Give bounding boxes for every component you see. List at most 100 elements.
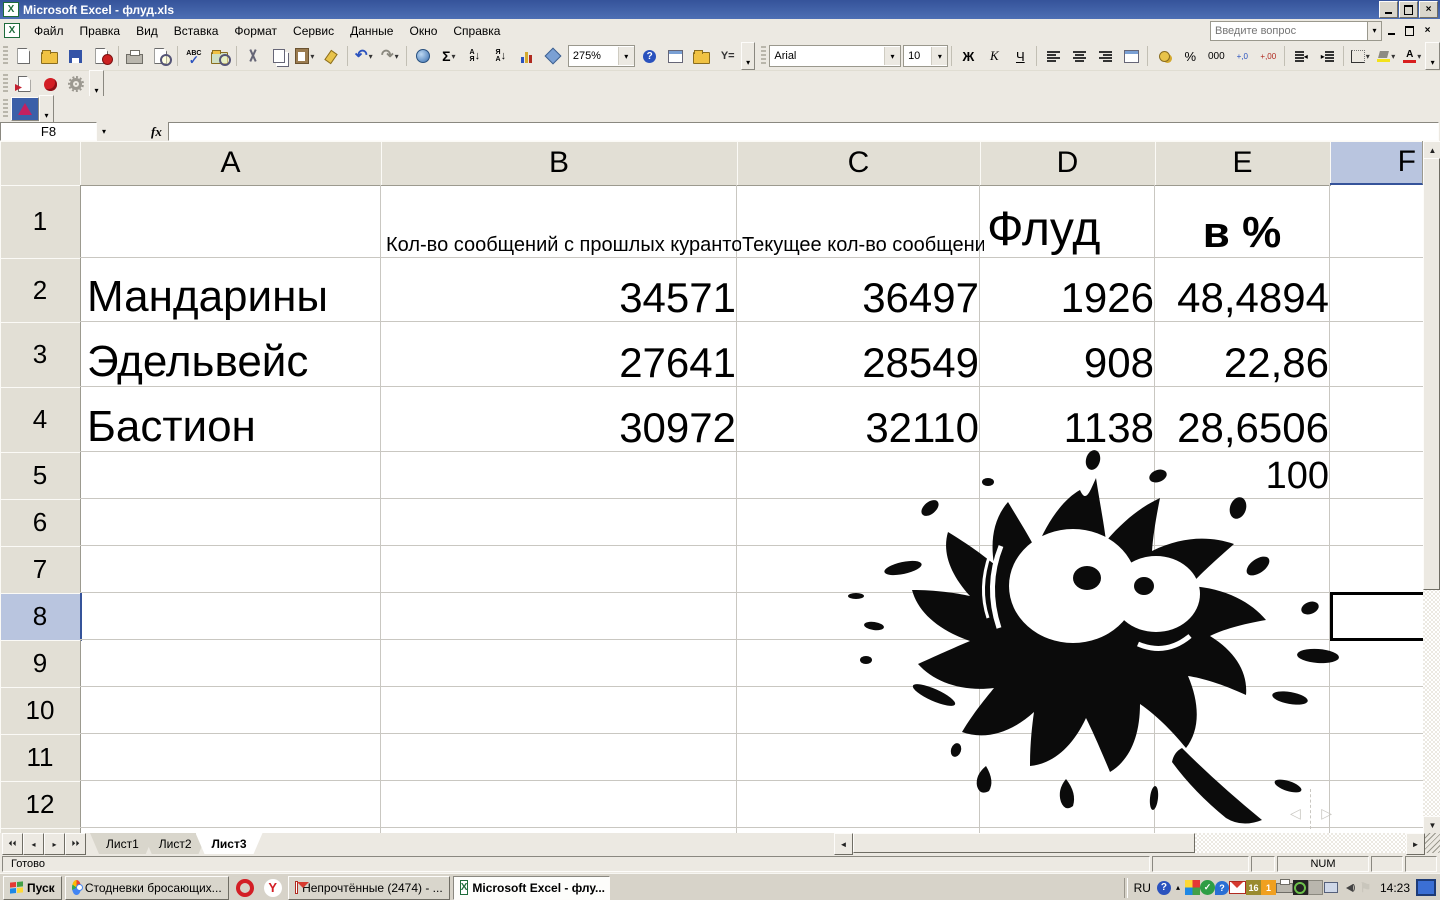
- new-button[interactable]: [11, 45, 37, 67]
- restore-button[interactable]: [1399, 1, 1418, 18]
- last-sheet-icon[interactable]: ⏵⏵: [65, 833, 86, 855]
- chart-wizard-button[interactable]: [514, 45, 540, 67]
- antivirus-addin-button[interactable]: [37, 73, 63, 95]
- thousands-button[interactable]: 000: [1203, 45, 1229, 67]
- new-folder-button[interactable]: [689, 45, 715, 67]
- open-button[interactable]: [37, 45, 63, 67]
- workbook-close-button[interactable]: ×: [1419, 23, 1436, 38]
- cell-d1[interactable]: Флуд: [980, 185, 1161, 257]
- cell-d4[interactable]: 1138: [980, 387, 1162, 451]
- tray-counter-icon[interactable]: 1: [1261, 880, 1276, 895]
- toolbar-options-icon[interactable]: ▾: [741, 42, 756, 70]
- workbook-restore-button[interactable]: [1401, 23, 1418, 38]
- bold-button[interactable]: Ж: [955, 45, 981, 67]
- row-header-3[interactable]: 3: [0, 322, 81, 388]
- tray-antivirus-icon[interactable]: [1185, 880, 1200, 895]
- save-button[interactable]: [63, 45, 89, 67]
- tray-nvidia-icon[interactable]: [1293, 880, 1308, 895]
- font-name-combo[interactable]: Arial▾: [769, 45, 901, 67]
- row-header-5[interactable]: 5: [0, 452, 81, 500]
- tray-flag-icon[interactable]: ⚑: [1357, 880, 1374, 896]
- merge-center-button[interactable]: [1118, 45, 1144, 67]
- first-sheet-icon[interactable]: ⏴⏴: [2, 833, 23, 855]
- scroll-left-icon[interactable]: ◄: [834, 833, 853, 855]
- fx-icon[interactable]: fx: [151, 124, 162, 140]
- autosum-button[interactable]: Σ▾: [436, 45, 462, 67]
- row-header-10[interactable]: 10: [0, 687, 81, 735]
- tray-app-icon[interactable]: [1308, 880, 1323, 895]
- formatting-toolbar-grip[interactable]: [761, 46, 766, 66]
- row-header-9[interactable]: 9: [0, 640, 81, 688]
- task-excel-active[interactable]: X Microsoft Excel - флу...: [453, 876, 610, 900]
- sort-ascending-button[interactable]: АЯ ↓: [462, 45, 488, 67]
- print-button[interactable]: [122, 45, 148, 67]
- pyramid-addin-button[interactable]: [11, 97, 39, 121]
- name-box-dropdown-icon[interactable]: ▾: [97, 123, 111, 140]
- vertical-scrollbar[interactable]: ▲ ▼: [1423, 141, 1440, 833]
- resize-grip[interactable]: [1425, 833, 1440, 853]
- tray-calendar-icon[interactable]: 16: [1246, 880, 1261, 895]
- horizontal-scrollbar[interactable]: [853, 833, 1406, 853]
- permission-button[interactable]: [89, 45, 115, 67]
- cell-c2[interactable]: 36497: [737, 258, 987, 321]
- row-header-4[interactable]: 4: [0, 387, 81, 453]
- tray-usb-icon[interactable]: ✓: [1200, 880, 1215, 895]
- cell-c3[interactable]: 28549: [737, 322, 987, 386]
- cell-d3[interactable]: 908: [980, 322, 1162, 386]
- column-header-d[interactable]: D: [980, 141, 1156, 186]
- tray-network-icon[interactable]: [1323, 880, 1340, 896]
- row-header-11[interactable]: 11: [0, 734, 81, 782]
- cell-a2[interactable]: Мандарины: [80, 258, 387, 321]
- toolbar-grip[interactable]: [3, 46, 8, 66]
- tray-volume-icon[interactable]: ): [1340, 880, 1357, 896]
- column-header-b[interactable]: B: [381, 141, 738, 186]
- research-button[interactable]: [207, 45, 233, 67]
- increase-indent-button[interactable]: ▸: [1314, 45, 1340, 67]
- zoom-combo[interactable]: 275%▾: [568, 45, 635, 67]
- question-box-input[interactable]: [1210, 21, 1368, 41]
- formatting-toolbar-options-icon[interactable]: ▾: [1425, 42, 1440, 70]
- cell-b1[interactable]: Кол-во сообщений с прошлых курантов: [381, 185, 741, 264]
- row-header-1[interactable]: 1: [0, 185, 81, 259]
- spelling-button[interactable]: ABC ✓: [181, 45, 207, 67]
- start-button[interactable]: Пуск: [3, 876, 62, 900]
- font-size-combo[interactable]: 10▾: [903, 45, 948, 67]
- addin-toolbar-grip[interactable]: [3, 74, 8, 94]
- tray-messenger-icon[interactable]: ?: [1215, 881, 1229, 895]
- toggle-view-button[interactable]: [663, 45, 689, 67]
- formula-input[interactable]: [168, 122, 1439, 141]
- task-browser[interactable]: Стодневки бросающих...: [65, 876, 229, 900]
- opera-icon[interactable]: [236, 879, 254, 897]
- addin-toolbar-options-icon[interactable]: ▾: [89, 70, 104, 98]
- menu-tools[interactable]: Сервис: [285, 21, 342, 41]
- cell-e3[interactable]: 22,86: [1155, 322, 1337, 386]
- percent-button[interactable]: %: [1177, 45, 1203, 67]
- select-all-corner[interactable]: [0, 141, 81, 186]
- cell-a4[interactable]: Бастион: [80, 387, 387, 451]
- cut-button[interactable]: [240, 45, 266, 67]
- cell-d2[interactable]: 1926: [980, 258, 1162, 321]
- tray-help-icon[interactable]: ?: [1157, 881, 1171, 895]
- font-size-dropdown-icon[interactable]: ▾: [931, 47, 947, 65]
- copy-button[interactable]: [266, 45, 292, 67]
- cell-c1[interactable]: Текущее кол-во сообщений: [737, 185, 984, 264]
- column-header-a[interactable]: A: [80, 141, 382, 186]
- menu-format[interactable]: Формат: [226, 21, 285, 41]
- sheet-tab-list3-active[interactable]: Лист3: [196, 833, 263, 854]
- undo-button[interactable]: ↶▾: [351, 45, 377, 67]
- font-name-dropdown-icon[interactable]: ▾: [884, 47, 900, 65]
- help-button[interactable]: ?: [637, 45, 663, 67]
- selected-cell-f8[interactable]: [1330, 592, 1423, 641]
- settings-gear-icon[interactable]: [63, 73, 89, 95]
- align-center-button[interactable]: [1066, 45, 1092, 67]
- redo-button[interactable]: ↷▾: [377, 45, 403, 67]
- cell-c4[interactable]: 32110: [737, 387, 987, 451]
- tray-mail-icon[interactable]: [1229, 880, 1246, 896]
- workbook-minimize-button[interactable]: [1383, 23, 1400, 38]
- task-mail[interactable]: Непрочтённые (2474) - ...: [288, 876, 450, 900]
- close-button[interactable]: ×: [1419, 1, 1438, 18]
- underline-button[interactable]: Ч: [1007, 45, 1033, 67]
- vertical-scroll-thumb[interactable]: [1423, 158, 1440, 590]
- minimize-button[interactable]: [1379, 1, 1398, 18]
- menu-edit[interactable]: Правка: [72, 21, 129, 41]
